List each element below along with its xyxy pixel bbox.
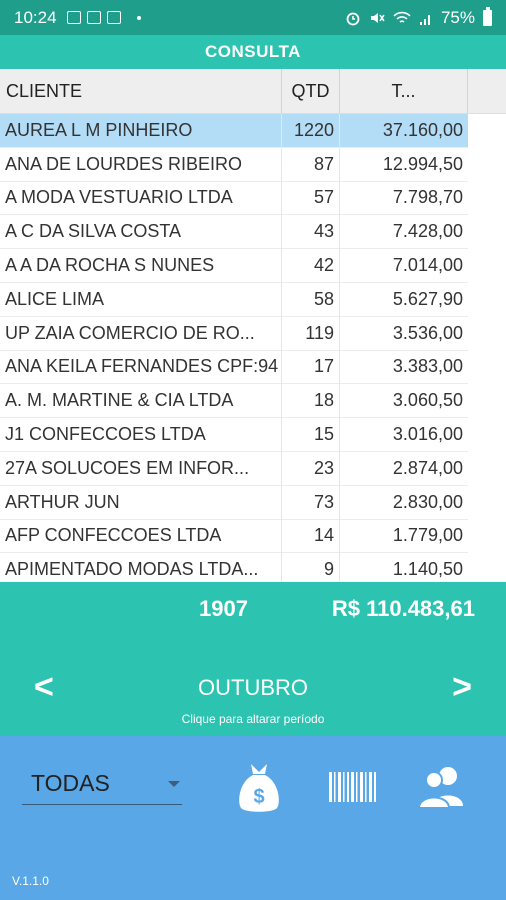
table-row[interactable]: A MODA VESTUARIO LTDA 57 7.798,70 (0, 181, 468, 216)
status-bar: 10:24 75% (0, 0, 506, 35)
cell-qtd: 1220 (282, 114, 340, 148)
client-table-body[interactable]: AUREA L M PINHEIRO 1220 37.160,00 ANA DE LO… (0, 114, 468, 582)
table-row[interactable]: AUREA L M PINHEIRO 1220 37.160,00 (0, 114, 468, 148)
cell-qtd: 15 (282, 418, 340, 452)
facebook-icon (86, 11, 101, 24)
cell-qtd: 58 (282, 282, 340, 317)
status-time: 10:24 (14, 7, 57, 27)
cell-total: 3.060,50 (340, 384, 468, 419)
page-title: CONSULTA (0, 35, 506, 69)
cell-total: 1.779,00 (340, 520, 468, 554)
cell-total: 2.874,00 (340, 452, 468, 486)
cell-total: 2.830,00 (340, 486, 468, 520)
gallery-icon (66, 11, 81, 24)
column-header-cliente[interactable]: CLIENTE (0, 69, 282, 113)
svg-text:$: $ (253, 786, 264, 808)
cell-qtd: 42 (282, 249, 340, 283)
cell-qtd: 119 (282, 316, 340, 351)
table-row[interactable]: AFP CONFECCOES LTDA 14 1.779,00 (0, 519, 468, 554)
battery-icon (483, 6, 492, 26)
barcode-icon[interactable] (325, 760, 381, 814)
period-hint: Clique para altarar período (181, 712, 325, 726)
cell-cliente: ANA KEILA FERNANDES CPF:94 (0, 350, 282, 385)
table-row[interactable]: A. M. MARTINE & CIA LTDA 18 3.060,50 (0, 384, 468, 419)
dropdown-arrow-icon (168, 781, 180, 787)
table-row[interactable]: A A DA ROCHA S NUNES 42 7.014,00 (0, 249, 468, 283)
cell-cliente: A A DA ROCHA S NUNES (0, 249, 282, 283)
alarm-icon (346, 12, 360, 25)
cell-total: 37.160,00 (340, 114, 468, 148)
signal-icon (419, 14, 430, 25)
cell-cliente: AUREA L M PINHEIRO (0, 114, 282, 148)
totals-period-panel: 1907 R$ 110.483,61 < OUTUBRO Clique para… (0, 582, 506, 736)
cell-total: 3.016,00 (340, 418, 468, 452)
period-month[interactable]: OUTUBRO (0, 675, 506, 701)
cell-qtd: 87 (282, 147, 340, 182)
column-header-spacer (468, 69, 506, 113)
cell-total: 7.428,00 (340, 215, 468, 250)
total-quantity: 1907 (199, 596, 248, 621)
cell-qtd: 23 (282, 451, 340, 486)
cell-qtd: 14 (282, 519, 340, 554)
cell-qtd: 9 (282, 553, 340, 582)
cell-cliente: ARTHUR JUN (0, 485, 282, 520)
cell-qtd: 57 (282, 181, 340, 216)
app-version: V.1.1.0 (12, 874, 49, 888)
app-notification-icon (106, 11, 121, 24)
total-value: R$ 110.483,61 (331, 596, 475, 621)
bottom-toolbar: TODAS $ V.1.1.0 (0, 736, 506, 900)
table-row[interactable]: ANA KEILA FERNANDES CPF:94 17 3.383,00 (0, 350, 468, 385)
cell-qtd: 73 (282, 485, 340, 520)
column-header-total[interactable]: T... (340, 69, 468, 113)
cell-total: 3.536,00 (340, 317, 468, 351)
cell-total: 7.798,70 (340, 182, 468, 216)
cell-cliente: APIMENTADO MODAS LTDA... (0, 553, 282, 582)
users-icon[interactable] (413, 760, 469, 814)
table-row[interactable]: UP ZAIA COMERCIO DE RO... 119 3.536,00 (0, 316, 468, 351)
cell-total: 3.383,00 (340, 351, 468, 385)
cell-cliente: UP ZAIA COMERCIO DE RO... (0, 316, 282, 351)
more-dot-icon (136, 15, 141, 20)
table-row[interactable]: J1 CONFECCOES LTDA 15 3.016,00 (0, 418, 468, 452)
table-row[interactable]: ARTHUR JUN 73 2.830,00 (0, 485, 468, 520)
cell-cliente: ALICE LIMA (0, 282, 282, 317)
table-row[interactable]: ALICE LIMA 58 5.627,90 (0, 282, 468, 317)
cell-cliente: A C DA SILVA COSTA (0, 215, 282, 250)
table-row[interactable]: A C DA SILVA COSTA 43 7.428,00 (0, 215, 468, 250)
cell-cliente: ANA DE LOURDES RIBEIRO (0, 147, 282, 182)
cell-cliente: AFP CONFECCOES LTDA (0, 519, 282, 554)
column-header-qtd[interactable]: QTD (282, 69, 340, 113)
system-icons: 75% (345, 0, 492, 35)
table-row[interactable]: APIMENTADO MODAS LTDA... 9 1.140,50 (0, 553, 468, 582)
next-period-button[interactable]: > (452, 670, 472, 704)
mute-icon (370, 12, 385, 23)
cell-cliente: J1 CONFECCOES LTDA (0, 418, 282, 452)
cell-total: 5.627,90 (340, 283, 468, 317)
battery-percent: 75% (440, 7, 475, 27)
cell-qtd: 43 (282, 215, 340, 250)
cell-cliente: 27A SOLUCOES EM INFOR... (0, 451, 282, 486)
table-row[interactable]: ANA DE LOURDES RIBEIRO 87 12.994,50 (0, 147, 468, 182)
cell-cliente: A. M. MARTINE & CIA LTDA (0, 384, 282, 419)
filter-select[interactable]: TODAS (22, 766, 182, 805)
money-bag-icon[interactable]: $ (231, 760, 287, 814)
cell-qtd: 17 (282, 350, 340, 385)
cell-qtd: 18 (282, 384, 340, 419)
cell-total: 1.140,50 (340, 553, 468, 582)
table-row[interactable]: 27A SOLUCOES EM INFOR... 23 2.874,00 (0, 451, 468, 486)
cell-cliente: A MODA VESTUARIO LTDA (0, 181, 282, 216)
filter-selected-value: TODAS (31, 770, 110, 796)
wifi-icon (393, 11, 411, 23)
cell-total: 12.994,50 (340, 148, 468, 182)
table-header: CLIENTE QTD T... (0, 69, 506, 114)
cell-total: 7.014,00 (340, 249, 468, 283)
notification-icons (66, 11, 141, 24)
